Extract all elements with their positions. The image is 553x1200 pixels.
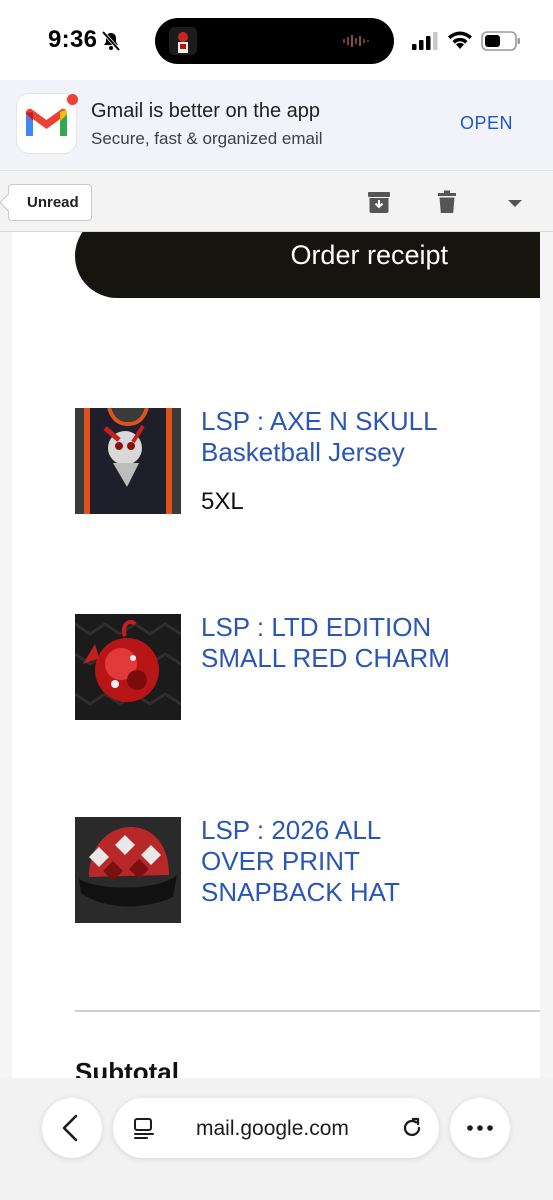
product-name-line: LSP : 2026 ALL — [201, 815, 382, 845]
charm-product-image[interactable] — [75, 614, 181, 720]
browser-back-button[interactable] — [42, 1098, 102, 1158]
notification-dot — [65, 92, 80, 107]
chevron-left-icon — [62, 1114, 78, 1142]
jersey-product-image[interactable] — [75, 408, 181, 514]
dynamic-island[interactable] — [155, 18, 394, 64]
order-receipt-title: Order receipt — [290, 240, 448, 270]
product-link-hat[interactable]: LSP : 2026 ALL OVER PRINT SNAPBACK HAT — [201, 815, 400, 908]
order-item: LSP : AXE N SKULL Basketball Jersey 5XL — [75, 406, 515, 516]
more-actions-dropdown-icon[interactable] — [503, 193, 527, 211]
banner-subtitle: Secure, fast & organized email — [91, 129, 323, 148]
subtotal-label: Subtotal — [75, 1057, 179, 1078]
now-playing-artwork — [169, 27, 197, 55]
open-app-button[interactable]: OPEN — [460, 113, 513, 134]
email-body: Order receipt LSP: AXE N SKULL Basketba… — [0, 232, 553, 1078]
email-content: Order receipt LSP: AXE N SKULL Basketba… — [12, 232, 540, 1078]
status-bar: 9:36 — [0, 0, 553, 80]
product-name-line: SNAPBACK HAT — [201, 877, 400, 907]
hat-product-image[interactable] — [75, 817, 181, 923]
email-toolbar: Unread — [0, 170, 553, 232]
url-text: mail.google.com — [196, 1117, 349, 1140]
banner-title: Gmail is better on the app — [91, 100, 321, 122]
product-name-line: OVER PRINT — [201, 846, 360, 876]
page-menu-icon[interactable] — [133, 1116, 155, 1140]
product-link-charm[interactable]: LSP : LTD EDITION SMALL RED CHARM — [201, 612, 450, 674]
section-divider — [75, 1010, 540, 1012]
unread-back-button[interactable]: Unread — [8, 184, 92, 221]
trash-icon[interactable] — [434, 189, 460, 215]
browser-toolbar: mail.google.com — [0, 1078, 553, 1200]
audio-wave-icon — [343, 35, 369, 47]
wifi-icon — [448, 31, 472, 49]
reload-icon[interactable] — [399, 1115, 425, 1141]
order-item: LSP : LTD EDITION SMALL RED CHARM — [75, 612, 515, 722]
bell-off-icon — [101, 30, 121, 52]
product-link-jersey[interactable]: LSP : AXE N SKULL Basketball Jersey — [201, 406, 438, 468]
gmail-app-banner: Gmail is better on the app Secure, fast … — [0, 80, 553, 170]
product-name-line: SMALL RED CHARM — [201, 643, 450, 673]
product-variant: 5XL — [201, 488, 244, 515]
battery-icon — [481, 31, 520, 51]
product-name-line: Basketball Jersey — [201, 437, 405, 467]
address-bar[interactable]: mail.google.com — [113, 1098, 439, 1158]
ellipsis-icon — [467, 1125, 493, 1131]
archive-icon[interactable] — [366, 189, 392, 215]
more-options-button[interactable] — [450, 1098, 510, 1158]
product-name-line: LSP : LTD EDITION — [201, 612, 432, 642]
status-time: 9:36 — [48, 26, 98, 53]
order-receipt-header: Order receipt — [75, 232, 540, 298]
order-item: LSP : 2026 ALL OVER PRINT SNAPBACK HAT — [75, 815, 515, 925]
cellular-signal-icon — [412, 32, 438, 50]
product-name-line: LSP : AXE N SKULL — [201, 406, 438, 436]
